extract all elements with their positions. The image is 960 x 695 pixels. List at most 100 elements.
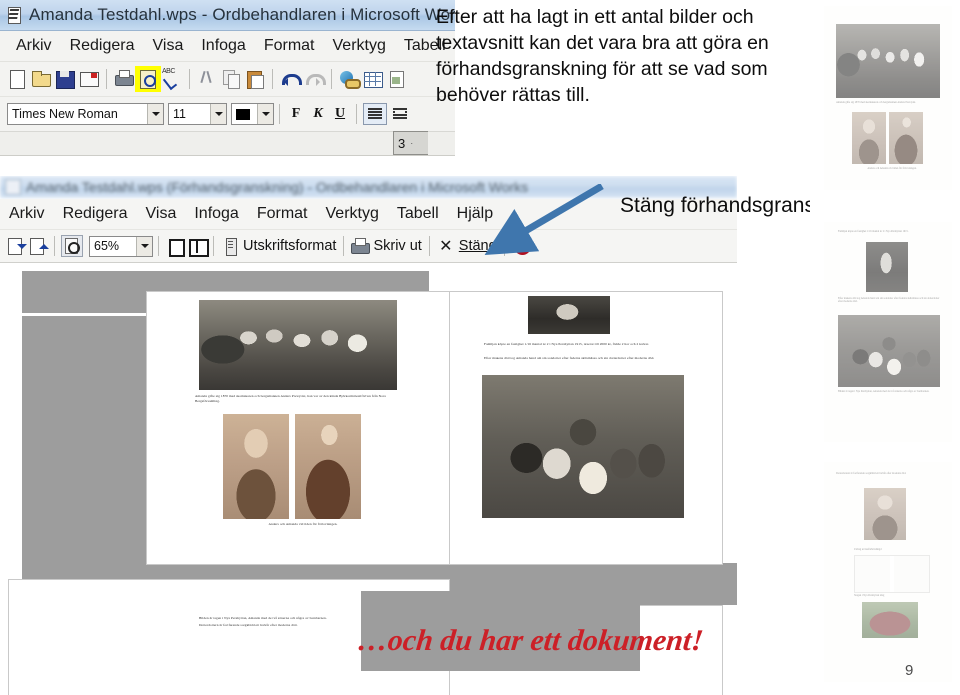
spelling-check-icon[interactable] [161, 68, 183, 90]
print-label[interactable]: Skriv ut [373, 238, 421, 254]
paste-icon[interactable] [244, 68, 266, 90]
preview-menu-item-verktyg[interactable]: Verktyg [317, 203, 388, 225]
preview-background-strip [22, 316, 146, 606]
open-folder-icon[interactable] [30, 68, 52, 90]
new-document-icon[interactable] [6, 68, 28, 90]
portrait-woman [295, 414, 361, 519]
thumb-caption: Familjen köpte en fastighet 1/16 mantal … [838, 230, 909, 233]
toolbar-separator [279, 104, 280, 124]
copy-icon[interactable] [220, 68, 242, 90]
print-icon[interactable] [350, 236, 371, 256]
font-color-select[interactable] [231, 103, 274, 125]
page-down-icon[interactable] [6, 236, 27, 256]
print-preview-icon[interactable] [137, 68, 159, 90]
thumb-caption: Amanda gifte sig 1870 med skomakaren och… [836, 101, 916, 104]
page-left-caption-1: Amanda gifte sig 1870 med skomakaren och… [195, 394, 386, 403]
zoom-level-value: 65% [94, 239, 120, 253]
bold-button[interactable]: F [286, 104, 306, 124]
close-label-text: Stäng [458, 238, 497, 254]
insert-hyperlink-icon[interactable] [338, 68, 361, 90]
ruler-tick: · [410, 138, 414, 148]
align-left-button[interactable] [363, 103, 387, 125]
thumb-caption: Stugan i Nya Pershyttan idag [854, 594, 885, 597]
preview-background-strip [0, 579, 8, 695]
preview-page-left[interactable]: Amanda gifte sig 1870 med skomakaren och… [146, 291, 450, 565]
page-up-icon[interactable] [28, 236, 49, 256]
word-window-title: Amanda Testdahl.wps - Ordbehandlaren i M… [29, 5, 455, 24]
red-caption-text: …och du har ett dokument! [356, 624, 705, 657]
help-question-icon[interactable]: ? [513, 237, 531, 255]
callout-text-preview-tip: Efter att ha lagt in ett antal bilder oc… [436, 6, 769, 106]
toolbar-separator [213, 236, 214, 256]
print-icon[interactable] [113, 68, 135, 90]
close-x-icon[interactable]: ✕ [436, 236, 456, 256]
preview-toolbar: 65% Utskriftsformat Skriv ut ✕ Stäng ? [0, 230, 737, 263]
toolbar-separator [272, 69, 273, 89]
page-right-caption-1: Familjen köpte en fastighet 1/16 mantal … [484, 342, 650, 346]
save-icon[interactable] [54, 68, 76, 90]
zoom-level-select[interactable]: 65% [89, 235, 153, 257]
preview-menu-item-redigera[interactable]: Redigera [54, 203, 137, 225]
underline-button[interactable]: U [330, 104, 350, 124]
preview-menu-item-arkiv[interactable]: Arkiv [0, 203, 54, 225]
word-formatting-toolbar: Times New Roman 11 F K U [0, 97, 455, 132]
preview-page-right[interactable]: Familjen köpte en fastighet 1/16 mantal … [449, 291, 723, 565]
thumb-portrait-woman [889, 112, 923, 164]
menu-item-verktyg[interactable]: Verktyg [324, 35, 395, 57]
page-setup-label[interactable]: Utskriftsformat [243, 238, 336, 254]
chevron-down-icon[interactable] [136, 236, 152, 256]
document-page-thumbnails: Amanda gifte sig 1870 med skomakaren och… [810, 0, 960, 695]
font-name-value: Times New Roman [12, 107, 118, 121]
preview-menu-item-tabell[interactable]: Tabell [388, 203, 448, 225]
preview-menu-item-infoga[interactable]: Infoga [185, 203, 247, 225]
insert-table-icon[interactable] [362, 68, 384, 90]
redo-icon[interactable] [303, 68, 326, 90]
print-preview-window: Amanda Testdahl.wps (Förhandsgranskning)… [0, 176, 737, 271]
toolbar-separator [189, 69, 190, 89]
preview-menu-item-format[interactable]: Format [248, 203, 317, 225]
chevron-down-icon[interactable] [257, 104, 273, 124]
page-setup-icon[interactable] [220, 236, 240, 256]
thumbnail-page-2: Familjen köpte en fastighet 1/16 mantal … [824, 222, 952, 442]
toolbar-separator [106, 69, 107, 89]
zoom-magnifier-icon[interactable] [61, 235, 83, 257]
menu-item-arkiv[interactable]: Arkiv [7, 35, 61, 57]
font-size-select[interactable]: 11 [168, 103, 227, 125]
chevron-down-icon[interactable] [210, 104, 226, 124]
font-name-select[interactable]: Times New Roman [7, 103, 164, 125]
send-mail-icon[interactable] [78, 68, 100, 90]
cut-icon[interactable] [196, 68, 218, 90]
thumb-caption: Bilden är tagen i Nya Pershyttan, Amanda… [838, 390, 930, 393]
italic-button[interactable]: K [308, 104, 328, 124]
thumb-red-cottage-photo [862, 602, 918, 638]
align-center-button[interactable] [389, 104, 411, 124]
menu-item-redigera[interactable]: Redigera [61, 35, 144, 57]
preview-window-title: Amanda Testdahl.wps (Förhandsgranskning)… [26, 179, 529, 195]
group-photo-outside-house [199, 300, 397, 390]
preview-menu-item-visa[interactable]: Visa [137, 203, 186, 225]
word-document-area[interactable] [0, 155, 455, 160]
word-window-titlebar: Amanda Testdahl.wps - Ordbehandlaren i M… [0, 0, 455, 31]
undo-icon[interactable] [279, 68, 302, 90]
preview-menu-item-hjalp[interactable]: Hjälp [448, 203, 502, 225]
menu-item-infoga[interactable]: Infoga [192, 35, 254, 57]
word-menubar: Arkiv Redigera Visa Infoga Format Verkty… [0, 31, 455, 62]
two-page-view-icon[interactable] [187, 236, 209, 257]
page-left-caption-2: Anders och Amanda vid tiden för förlovni… [268, 522, 338, 526]
font-size-value: 11 [173, 107, 186, 121]
ruler-page-number: 3 [398, 135, 406, 151]
menu-item-visa[interactable]: Visa [144, 35, 193, 57]
thumb-caption: Utdrag ur husförhörslängd [854, 548, 882, 551]
chevron-down-icon[interactable] [147, 104, 163, 124]
thumb-caption: Dotterdottern är fortfarande sorgklädd e… [836, 472, 907, 475]
thumb-family-portrait [864, 488, 906, 540]
toolbar-separator [54, 236, 55, 256]
preview-page-bottom-front[interactable]: Bilden är tagen i Nya Pershyttan, Amanda… [8, 579, 361, 695]
one-page-view-icon[interactable] [165, 236, 185, 257]
menu-item-format[interactable]: Format [255, 35, 324, 57]
insert-clipart-icon[interactable] [386, 68, 408, 90]
toolbar-separator [428, 236, 430, 256]
close-label[interactable]: Stäng [459, 238, 497, 254]
thumb-family-group-photo [838, 315, 940, 387]
portrait-man [223, 414, 289, 519]
